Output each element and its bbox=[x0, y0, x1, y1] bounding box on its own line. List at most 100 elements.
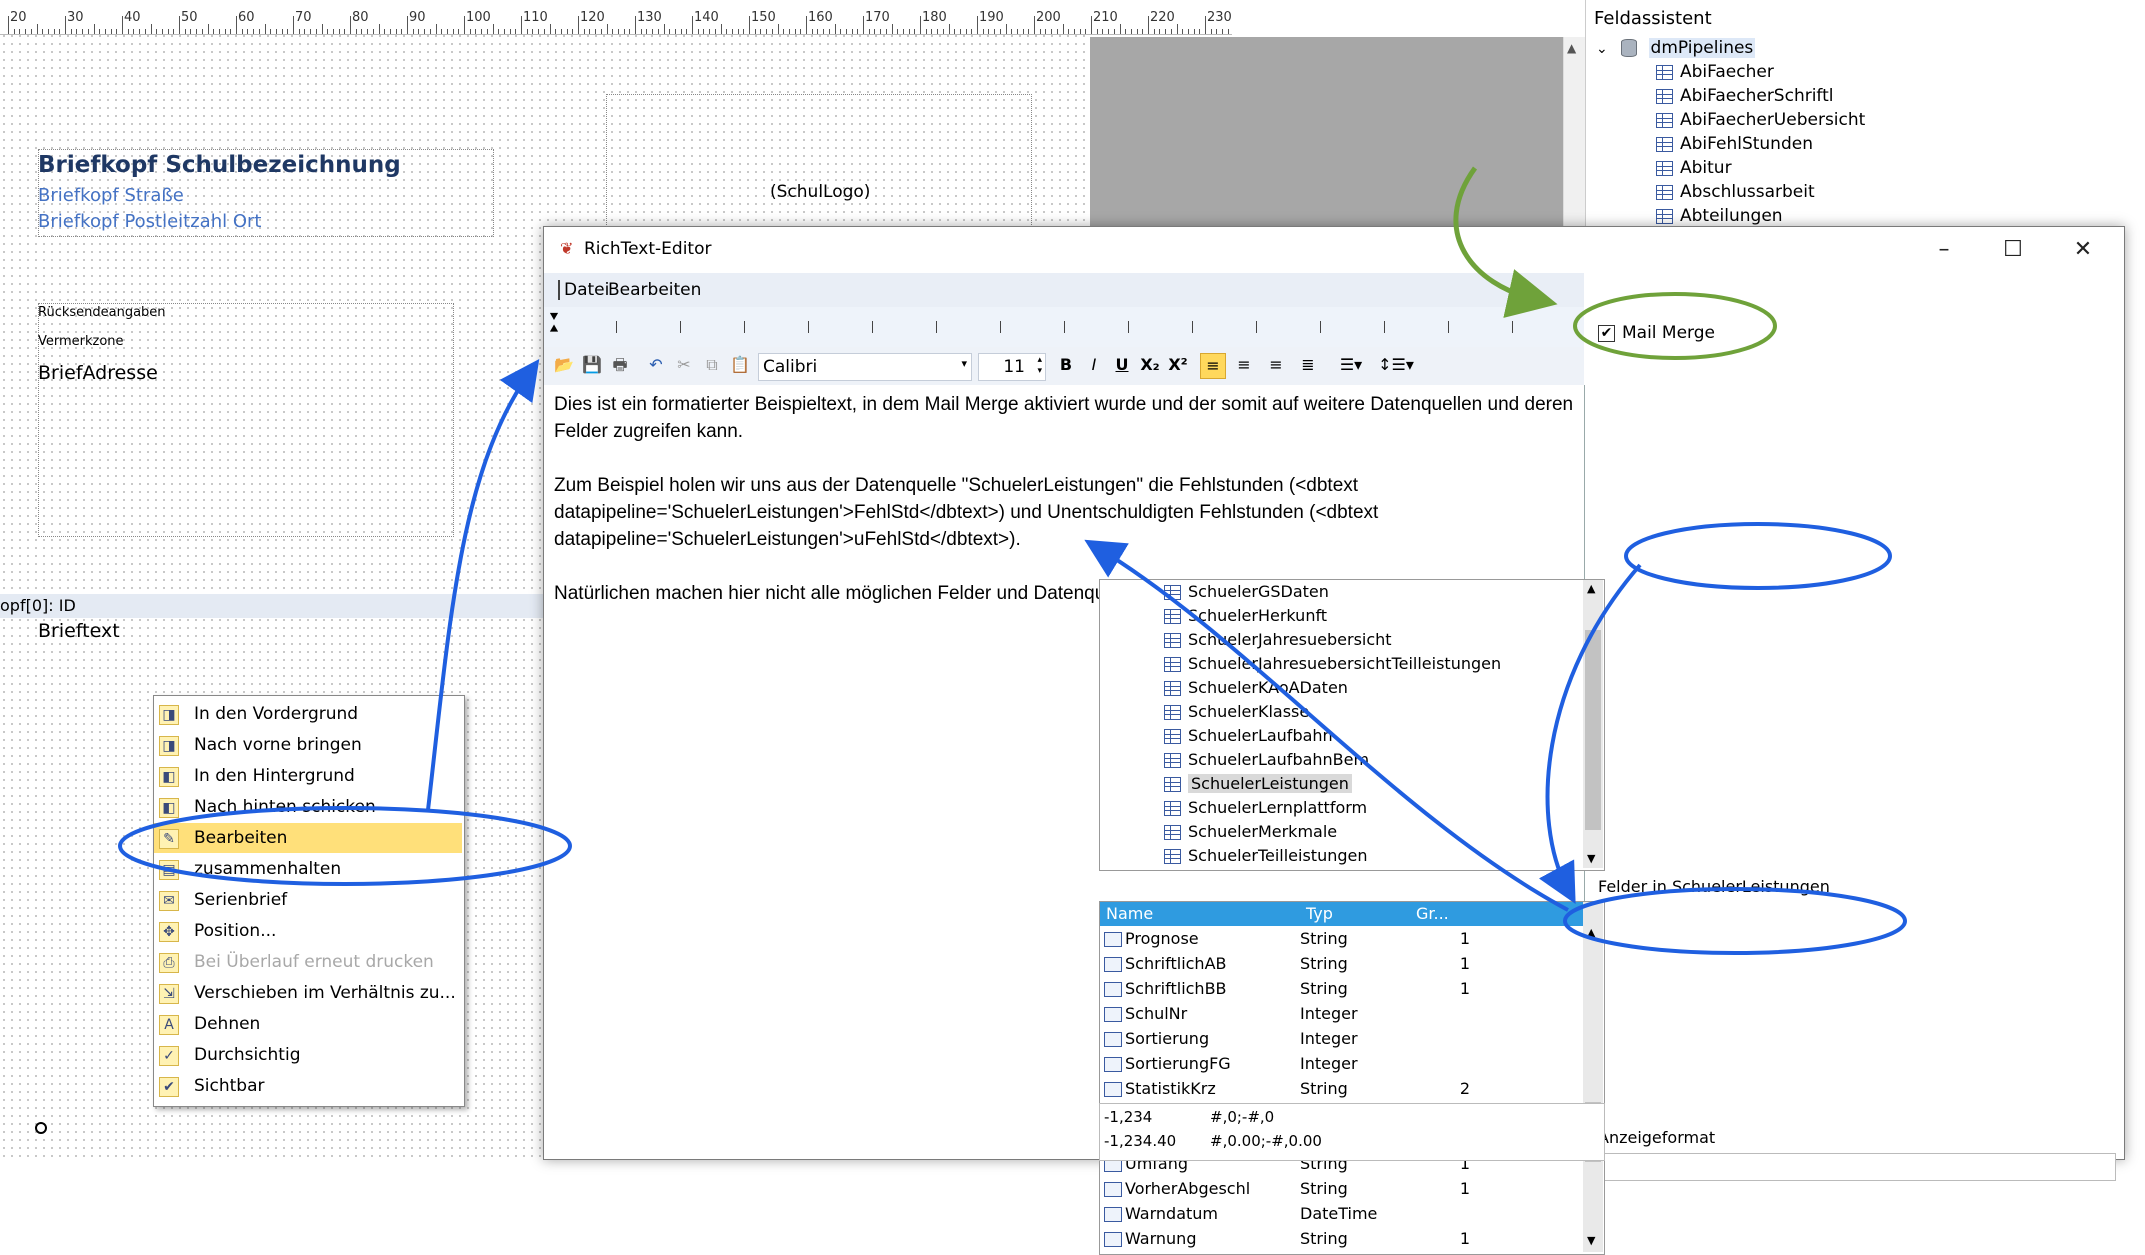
format-input[interactable] bbox=[1594, 1153, 2116, 1181]
ruler-tick bbox=[350, 16, 351, 34]
chevron-down-icon[interactable]: ⌄ bbox=[1596, 41, 1608, 57]
open-icon[interactable]: 📂 bbox=[552, 353, 576, 377]
detail-band-bar[interactable]: opf[0]: ID bbox=[0, 594, 545, 618]
copy-icon[interactable]: ⧉ bbox=[700, 353, 724, 377]
undo-icon[interactable]: ↶ bbox=[644, 353, 668, 377]
context-menu-item[interactable]: ◨ In den Vordergrund bbox=[154, 699, 462, 729]
table-list-item[interactable]: SchuelerTeilleistungen bbox=[1164, 846, 1368, 865]
bullet-list-button[interactable]: ☰▾ bbox=[1334, 353, 1368, 377]
context-menu-item[interactable]: ✉ Serienbrief bbox=[154, 885, 462, 915]
mail-merge-checkbox[interactable]: ✔ bbox=[1598, 325, 1615, 342]
close-button[interactable]: ✕ bbox=[2063, 235, 2103, 265]
table-list-item[interactable]: SchuelerKlasse bbox=[1164, 702, 1309, 721]
selection-handle[interactable] bbox=[35, 1122, 47, 1134]
field-row[interactable]: VorherAbgeschl String 1 bbox=[1100, 1176, 1604, 1201]
field-row[interactable]: Prognose String 1 bbox=[1100, 926, 1604, 951]
ruler-number: 20 bbox=[10, 10, 27, 25]
field-row[interactable]: SortierungFG Integer bbox=[1100, 1051, 1604, 1076]
format-list[interactable]: -1,234 #,0;-#,0 -1,234.40 #,0.00;-#,0.00 bbox=[1099, 1103, 1605, 1161]
tree-item[interactable]: AbiFaecherUebersicht bbox=[1656, 110, 1865, 130]
paste-icon[interactable]: 📋 bbox=[728, 353, 752, 377]
table-list[interactable]: SchuelerGSDaten SchuelerHerkunft SchuelerJ… bbox=[1099, 579, 1605, 871]
align-left-button[interactable]: ≡ bbox=[1200, 353, 1226, 379]
editor-ruler[interactable]: ⯆ ⯅ bbox=[544, 307, 1584, 348]
scroll-up-icon[interactable]: ▲ bbox=[1587, 582, 1595, 595]
table-list-item[interactable]: SchuelerHerkunft bbox=[1164, 606, 1327, 625]
table-list-item[interactable]: SchuelerLeistungen bbox=[1164, 774, 1352, 793]
subscript-button[interactable]: X₂ bbox=[1138, 353, 1162, 377]
context-menu-item[interactable]: ✎ Bearbeiten bbox=[154, 823, 462, 853]
bold-button[interactable]: B bbox=[1054, 353, 1078, 377]
tree-item[interactable]: Abteilungen bbox=[1656, 206, 1783, 226]
context-menu-item[interactable]: ▤ zusammenhalten bbox=[154, 854, 462, 884]
context-menu-item[interactable]: ⎙ Bei Überlauf erneut drucken bbox=[154, 947, 462, 977]
table-list-item[interactable]: SchuelerLernplattform bbox=[1164, 798, 1367, 817]
tree-root[interactable]: ⌄ dmPipelines bbox=[1596, 38, 1756, 58]
print-icon[interactable]: 🖶 bbox=[608, 353, 632, 377]
scroll-down-icon[interactable]: ▼ bbox=[1587, 852, 1595, 865]
underline-button[interactable]: U bbox=[1110, 353, 1134, 377]
maximize-button[interactable]: ☐ bbox=[1993, 235, 2033, 265]
col-name-header[interactable]: Name bbox=[1100, 902, 1302, 926]
col-gr-header[interactable]: Gr... bbox=[1410, 902, 1590, 926]
font-select[interactable]: Calibri ▾ bbox=[758, 353, 972, 381]
context-menu-item[interactable]: A Dehnen bbox=[154, 1009, 462, 1039]
fields-title: Felder in SchuelerLeistungen bbox=[1598, 877, 1830, 896]
justify-button[interactable]: ≣ bbox=[1296, 353, 1320, 377]
col-typ-header[interactable]: Typ bbox=[1302, 902, 1410, 926]
tree-item[interactable]: Abschlussarbeit bbox=[1656, 182, 1815, 202]
menu-datei[interactable]: Datei bbox=[558, 280, 609, 300]
tree-item[interactable]: AbiFaecherSchriftl bbox=[1656, 86, 1834, 106]
cut-icon[interactable]: ✂ bbox=[672, 353, 696, 377]
scroll-up-icon[interactable]: ▲ bbox=[1587, 926, 1595, 939]
chevron-down-icon[interactable]: ▾ bbox=[961, 357, 967, 370]
field-row[interactable]: Sortierung Integer bbox=[1100, 1026, 1604, 1051]
table-list-item[interactable]: SchuelerJahresuebersicht bbox=[1164, 630, 1392, 649]
context-menu-item[interactable]: ✔ Sichtbar bbox=[154, 1071, 462, 1101]
font-size-select[interactable]: 11 ▴ ▾ bbox=[978, 353, 1046, 381]
scroll-up-arrow-icon[interactable]: ▲ bbox=[1567, 41, 1576, 55]
field-row[interactable]: Warnung String 1 bbox=[1100, 1226, 1604, 1251]
context-menu-item[interactable]: ◨ Nach vorne bringen bbox=[154, 730, 462, 760]
field-row[interactable]: SchulNr Integer bbox=[1100, 1001, 1604, 1026]
minimize-button[interactable]: – bbox=[1924, 235, 1964, 265]
field-row[interactable]: SchriftlichAB String 1 bbox=[1100, 951, 1604, 976]
context-menu-item[interactable]: ✥ Position... bbox=[154, 916, 462, 946]
ruler-tick bbox=[361, 29, 363, 34]
table-list-item[interactable]: SchuelerLaufbahn bbox=[1164, 726, 1333, 745]
spin-icon[interactable]: ▴ ▾ bbox=[1037, 355, 1042, 377]
context-menu-item[interactable]: ◧ Nach hinten schicken bbox=[154, 792, 462, 822]
ruler-tick bbox=[965, 29, 967, 34]
logo-box[interactable] bbox=[606, 94, 1032, 231]
field-row[interactable]: Warndatum DateTime bbox=[1100, 1201, 1604, 1226]
window-titlebar[interactable]: ❦ RichText-Editor – ☐ ✕ bbox=[544, 227, 2124, 273]
tree-item[interactable]: AbiFehlStunden bbox=[1656, 134, 1813, 154]
field-row[interactable]: SchriftlichBB String 1 bbox=[1100, 976, 1604, 1001]
save-icon[interactable]: 💾 bbox=[580, 353, 604, 377]
menu-bearbeiten[interactable]: Bearbeiten bbox=[608, 280, 701, 300]
superscript-button[interactable]: X² bbox=[1166, 353, 1190, 377]
field-row[interactable]: StatistikKrz String 2 bbox=[1100, 1076, 1604, 1101]
richtext-editor-window[interactable]: ❦ RichText-Editor – ☐ ✕ Datei Bearbeiten… bbox=[543, 226, 2125, 1255]
field-grid-scrollbar[interactable]: ▲ ▼ bbox=[1583, 902, 1603, 1252]
context-menu-item[interactable]: ⇲ Verschieben im Verhältnis zu... bbox=[154, 978, 462, 1008]
context-menu-item[interactable]: ◧ In den Hintergrund bbox=[154, 761, 462, 791]
tree-item[interactable]: AbiFaecher bbox=[1656, 62, 1774, 82]
table-list-item[interactable]: SchuelerKAoADaten bbox=[1164, 678, 1348, 697]
align-center-button[interactable]: ≡ bbox=[1232, 353, 1256, 377]
table-list-item[interactable]: SchuelerGSDaten bbox=[1164, 582, 1329, 601]
table-list-item[interactable]: SchuelerJahresuebersichtTeilleistungen bbox=[1164, 654, 1501, 673]
line-spacing-button[interactable]: ↕☰▾ bbox=[1376, 353, 1416, 377]
ruler-number: 60 bbox=[238, 10, 255, 25]
scroll-thumb[interactable] bbox=[1585, 630, 1601, 830]
table-list-scrollbar[interactable]: ▲ ▼ bbox=[1583, 580, 1603, 868]
table-list-item[interactable]: SchuelerLaufbahnBem bbox=[1164, 750, 1369, 769]
field-grid[interactable]: Name Typ Gr... Prognose String 1 Schriftlic… bbox=[1099, 901, 1605, 1255]
table-list-item[interactable]: SchuelerMerkmale bbox=[1164, 822, 1337, 841]
tree-item[interactable]: Abitur bbox=[1656, 158, 1732, 178]
scroll-down-icon[interactable]: ▼ bbox=[1587, 1234, 1595, 1247]
align-right-button[interactable]: ≡ bbox=[1264, 353, 1288, 377]
context-menu-item[interactable]: ✓ Durchsichtig bbox=[154, 1040, 462, 1070]
italic-button[interactable]: I bbox=[1082, 353, 1106, 377]
indent-marker-icon[interactable]: ⯆ ⯅ bbox=[548, 310, 560, 337]
